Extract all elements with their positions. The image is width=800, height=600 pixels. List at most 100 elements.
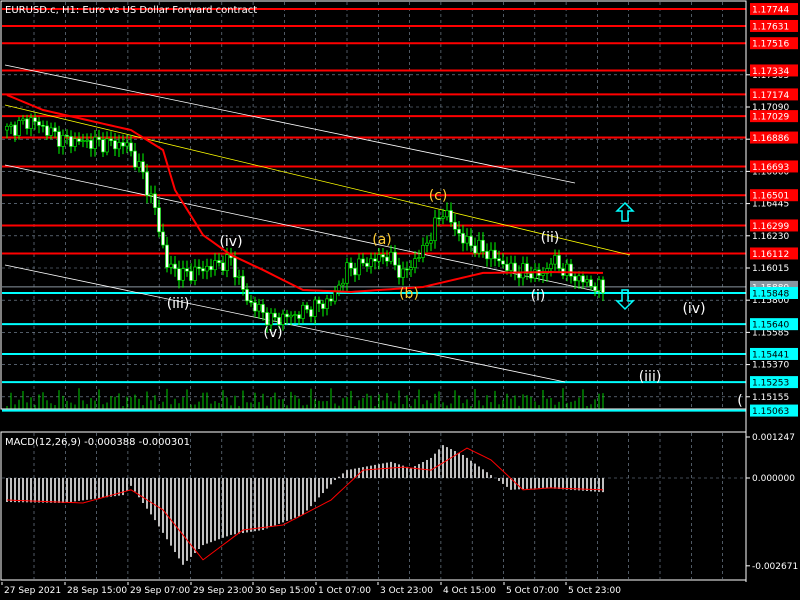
time-tick-label: 3 Oct 23:00 xyxy=(380,586,433,596)
candle-body xyxy=(169,263,173,268)
level-label: 1.15848 xyxy=(752,290,789,300)
candle-body xyxy=(113,140,117,150)
candle-body xyxy=(301,304,305,319)
candle-body xyxy=(421,245,425,258)
candle-body xyxy=(145,171,149,196)
candle-body xyxy=(521,263,525,279)
candle-body xyxy=(453,221,457,230)
candle-body xyxy=(141,161,145,173)
candle-body xyxy=(33,117,37,122)
wave-label: (ii) xyxy=(541,230,560,246)
level-label: 1.16501 xyxy=(752,192,789,202)
candle-body xyxy=(193,266,197,281)
candle-body xyxy=(253,302,257,312)
time-tick-label: 5 Oct 07:00 xyxy=(506,586,559,596)
candle-body xyxy=(409,267,413,271)
candle-body xyxy=(273,312,277,318)
candle-body xyxy=(37,121,41,126)
candle-body xyxy=(265,312,269,326)
candle-body xyxy=(533,269,537,279)
time-tick-label: 29 Sep 07:00 xyxy=(130,586,190,596)
candle-body xyxy=(429,240,433,244)
level-label: 1.16693 xyxy=(752,163,789,173)
candle-body xyxy=(497,258,501,262)
candle-body xyxy=(93,136,97,149)
candle-body xyxy=(13,124,17,136)
macd-tick-label: 0.000000 xyxy=(752,474,795,484)
candle-body xyxy=(125,142,129,147)
price-tick-label: 1.16230 xyxy=(752,232,789,242)
candle-body xyxy=(41,125,45,127)
time-tick-label: 28 Sep 15:00 xyxy=(67,586,127,596)
candle-body xyxy=(185,268,189,272)
candle-body xyxy=(49,127,53,136)
candle-body xyxy=(365,262,369,267)
candle-body xyxy=(233,257,237,278)
candle-body xyxy=(5,126,9,131)
time-tick-label: 5 Oct 23:00 xyxy=(568,586,621,596)
candle-body xyxy=(593,286,597,291)
candle-body xyxy=(477,239,481,254)
candle-body xyxy=(173,263,177,270)
candle-body xyxy=(157,207,161,233)
candles xyxy=(5,113,605,333)
candle-body xyxy=(549,263,553,269)
candle-body xyxy=(109,138,113,141)
candle-body xyxy=(181,268,185,281)
candle-body xyxy=(461,233,465,244)
candle-body xyxy=(225,254,229,271)
candle-body xyxy=(353,267,357,276)
candle-body xyxy=(329,298,333,302)
level-label: 1.15063 xyxy=(752,407,789,417)
candle-body xyxy=(469,236,473,247)
arrow-up-icon xyxy=(615,201,635,222)
level-label: 1.17029 xyxy=(752,113,789,123)
candle-body xyxy=(581,275,585,283)
level-label: 1.17631 xyxy=(752,22,789,32)
candle-body xyxy=(385,256,389,262)
candle-body xyxy=(589,279,593,287)
candle-body xyxy=(117,142,121,150)
chart-canvas[interactable]: (a) (b) (c) (i) (ii) (iii) (iv) (v) (iv) (iii) ( 1… xyxy=(0,0,800,600)
candle-body xyxy=(369,258,373,267)
channel-line xyxy=(4,64,576,184)
candle-body xyxy=(529,273,533,279)
candle-body xyxy=(129,142,133,152)
candle-body xyxy=(297,314,301,319)
level-label: 1.16886 xyxy=(752,134,789,144)
wave-label: (iii) xyxy=(167,296,190,312)
candle-body xyxy=(261,304,265,313)
candle-body xyxy=(65,135,69,137)
candle-body xyxy=(249,300,253,303)
time-tick-label: 1 Oct 07:00 xyxy=(318,586,371,596)
candle-body xyxy=(397,264,401,278)
candle-body xyxy=(289,314,293,318)
candle-body xyxy=(281,313,285,325)
candle-body xyxy=(85,140,89,142)
candle-body xyxy=(121,142,125,147)
candle-body xyxy=(221,262,225,271)
candle-body xyxy=(213,260,217,271)
candle-body xyxy=(69,136,73,147)
price-axis: 1.173051.170901.168751.166601.164451.162… xyxy=(745,2,798,582)
chart-title: EURUSD.c, H1: Euro vs US Dollar Forward … xyxy=(5,5,257,16)
candle-body xyxy=(505,263,509,271)
candle-body xyxy=(9,124,13,127)
wave-label: (c) xyxy=(429,188,448,204)
macd-tick-label: 0.001247 xyxy=(752,433,795,443)
candle-body xyxy=(473,245,477,254)
candle-body xyxy=(381,254,385,258)
candle-body xyxy=(61,135,65,147)
candle-body xyxy=(565,263,569,276)
drawn-lines xyxy=(2,8,746,412)
candle-body xyxy=(285,313,289,318)
candle-body xyxy=(357,258,361,276)
candle-body xyxy=(401,268,405,278)
candle-body xyxy=(373,258,377,262)
candle-body xyxy=(509,262,513,271)
candle-body xyxy=(137,161,141,168)
candle-body xyxy=(217,260,221,264)
time-tick-label: 30 Sep 15:00 xyxy=(255,586,315,596)
price-tick-label: 1.16015 xyxy=(752,264,789,274)
candle-body xyxy=(25,118,29,129)
